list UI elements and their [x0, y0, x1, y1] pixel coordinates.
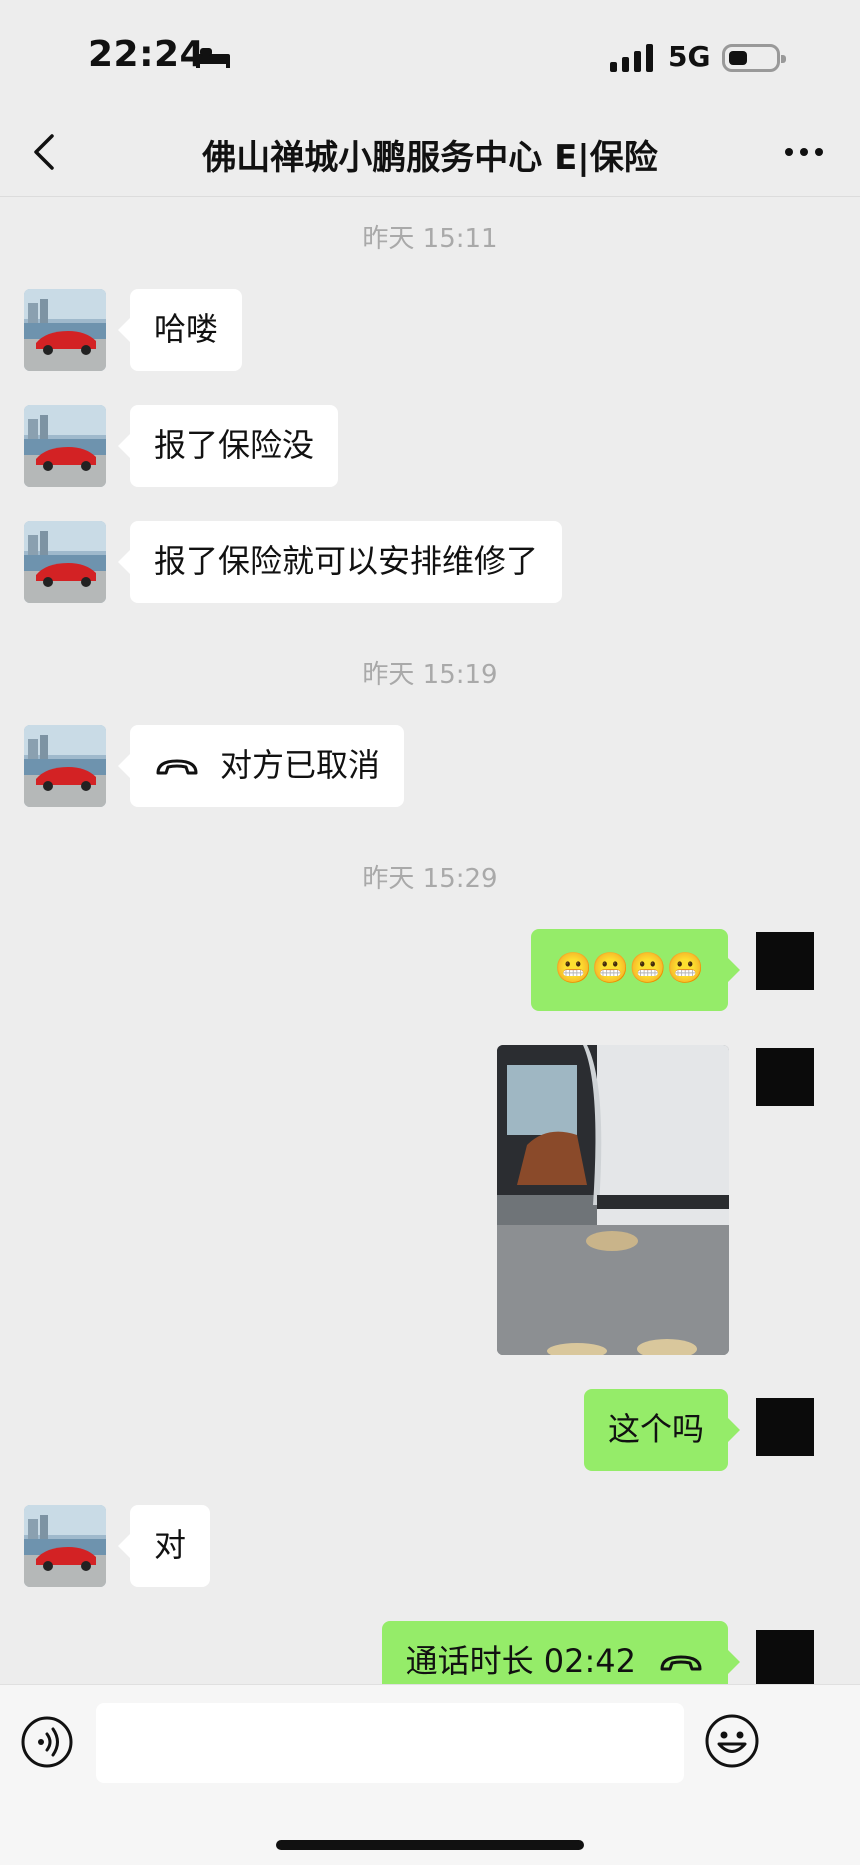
call-duration-text: 通话时长 02:42 — [405, 1642, 636, 1680]
emoji-icon[interactable] — [704, 1713, 760, 1769]
voice-icon[interactable] — [20, 1715, 74, 1769]
sent-message[interactable]: 这个吗 — [583, 1389, 741, 1471]
message-input[interactable] — [96, 1703, 684, 1783]
timestamp: 昨天 15:11 — [362, 224, 498, 254]
contact-avatar[interactable] — [24, 725, 106, 807]
my-avatar[interactable] — [756, 1048, 814, 1106]
home-indicator — [276, 1840, 584, 1850]
input-bar — [0, 1684, 860, 1865]
received-message[interactable]: 报了保险没 — [117, 405, 339, 487]
network-type: 5G — [668, 40, 711, 73]
call-status-text: 对方已取消 — [220, 746, 381, 784]
status-bar: 22:24 5G — [0, 0, 860, 110]
my-avatar[interactable] — [756, 1630, 814, 1688]
contact-avatar[interactable] — [24, 289, 106, 371]
signal-icon — [610, 44, 653, 72]
contact-avatar[interactable] — [24, 1505, 106, 1587]
bed-icon — [196, 48, 230, 68]
contact-avatar[interactable] — [24, 405, 106, 487]
chat-header: 佛山禅城小鹏服务中心 E|保险 — [0, 110, 860, 197]
my-avatar[interactable] — [756, 932, 814, 990]
back-icon[interactable] — [30, 132, 60, 172]
received-message[interactable]: 哈喽 — [117, 289, 243, 371]
my-avatar[interactable] — [756, 1398, 814, 1456]
contact-avatar[interactable] — [24, 521, 106, 603]
timestamp: 昨天 15:29 — [362, 864, 498, 894]
phone-hangup-icon — [156, 759, 198, 775]
call-cancelled-message[interactable]: 对方已取消 — [117, 725, 405, 807]
status-time: 22:24 — [88, 34, 206, 75]
more-icon[interactable] — [784, 140, 824, 164]
sent-photo[interactable] — [497, 1045, 729, 1355]
timestamp: 昨天 15:19 — [362, 660, 498, 690]
phone-hangup-icon — [660, 1655, 702, 1671]
chat-title: 佛山禅城小鹏服务中心 E|保险 — [202, 138, 658, 178]
sent-message[interactable]: 😬😬😬😬 — [530, 929, 741, 1011]
received-message[interactable]: 对 — [117, 1505, 211, 1587]
received-message[interactable]: 报了保险就可以安排维修了 — [117, 521, 563, 603]
battery-icon — [722, 44, 786, 72]
